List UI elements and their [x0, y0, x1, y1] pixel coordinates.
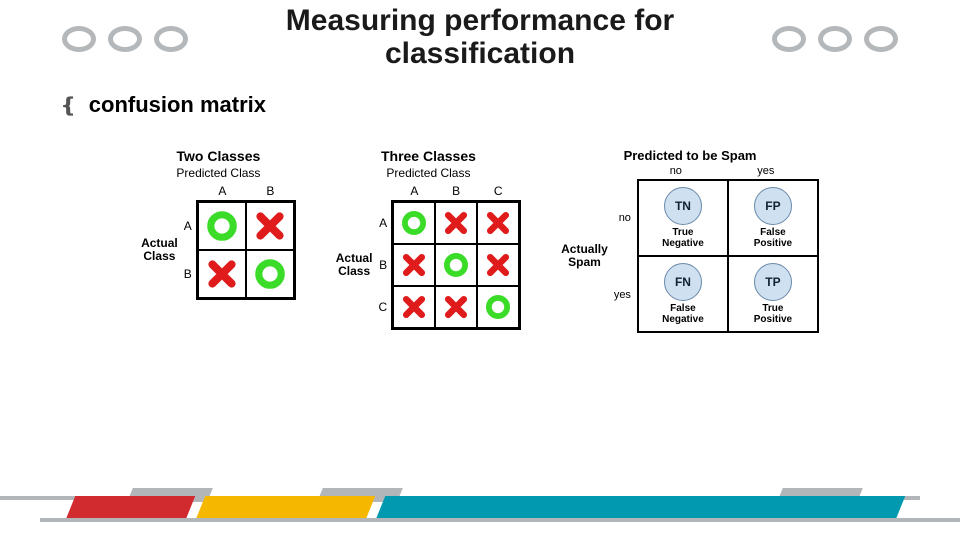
cell-wrong	[246, 202, 294, 250]
chip: FN	[664, 263, 702, 301]
row-label: A	[379, 216, 387, 230]
matrix-3x3	[391, 200, 521, 330]
cell-fp: FP False Positive	[728, 180, 818, 256]
ring-icon	[62, 26, 96, 52]
diagram-subtitle: Predicted Class	[176, 166, 260, 180]
chip-label: False Negative	[662, 304, 704, 325]
diagram-title: Three Classes	[381, 148, 476, 164]
decoration-rings-left	[62, 26, 188, 52]
two-class-diagram: Two Classes Predicted Class A B Actual C…	[141, 148, 296, 333]
row-labels: A B C	[378, 202, 387, 328]
decoration-rings-right	[772, 26, 898, 52]
slide-title: Measuring performance for classification	[286, 4, 674, 70]
chip-label: True Negative	[662, 228, 704, 249]
ring-icon	[818, 26, 852, 52]
cell-tn: TN True Negative	[638, 180, 728, 256]
col-label: B	[452, 184, 460, 198]
chip-label: True Positive	[754, 304, 792, 325]
column-labels: A B	[198, 184, 294, 198]
diagram-title: Two Classes	[177, 148, 261, 164]
three-class-diagram: Three Classes Predicted Class A B C Actu…	[336, 148, 521, 333]
row-label: yes	[614, 289, 631, 301]
diagrams-row: Two Classes Predicted Class A B Actual C…	[0, 148, 960, 333]
divider-line	[40, 518, 960, 522]
slide-header: Measuring performance for classification	[0, 0, 960, 70]
col-label: no	[670, 165, 682, 177]
cell-tp: TP True Positive	[728, 256, 818, 332]
cell-fn: FN False Negative	[638, 256, 728, 332]
ring-icon	[864, 26, 898, 52]
chip: FP	[754, 187, 792, 225]
diagram-title: Predicted to be Spam	[624, 148, 757, 163]
cell-correct	[477, 286, 519, 328]
axis-label-actual: Actual Class	[336, 252, 373, 278]
axis-label-actual: Actual Class	[141, 237, 178, 263]
cell-wrong	[393, 286, 435, 328]
diagram-subtitle: Predicted Class	[386, 166, 470, 180]
ring-icon	[154, 26, 188, 52]
col-label: C	[494, 184, 503, 198]
col-label: A	[410, 184, 418, 198]
cell-wrong	[477, 202, 519, 244]
axis-label-actual: Actually Spam	[561, 243, 608, 269]
cell-wrong	[393, 244, 435, 286]
matrix-2x2	[196, 200, 296, 300]
row-label: C	[378, 300, 387, 314]
bullet-text: confusion matrix	[89, 92, 266, 118]
spam-matrix: TN True Negative FP False Positive FN Fa…	[637, 179, 819, 333]
brace-icon: ❴	[60, 93, 77, 118]
column-labels: A B C	[393, 184, 519, 198]
chip: TN	[664, 187, 702, 225]
cell-wrong	[477, 244, 519, 286]
cell-wrong	[198, 250, 246, 298]
col-label: B	[266, 184, 274, 198]
cell-correct	[393, 202, 435, 244]
row-label: A	[184, 219, 192, 233]
title-line1: Measuring performance for	[286, 4, 674, 37]
cell-wrong	[435, 202, 477, 244]
col-label: A	[218, 184, 226, 198]
bullet-item: ❴ confusion matrix	[60, 92, 960, 118]
row-label: B	[379, 258, 387, 272]
row-label: B	[184, 267, 192, 281]
cell-wrong	[435, 286, 477, 328]
chip-label: False Positive	[754, 228, 792, 249]
row-labels: A B	[184, 202, 192, 298]
cell-correct	[198, 202, 246, 250]
row-label: no	[619, 212, 631, 224]
column-labels: no yes	[632, 165, 812, 177]
ring-icon	[108, 26, 142, 52]
title-line2: classification	[385, 37, 575, 70]
cell-correct	[435, 244, 477, 286]
spam-diagram: Predicted to be Spam no yes Actually Spa…	[561, 148, 819, 333]
cell-correct	[246, 250, 294, 298]
row-labels: no yes	[614, 179, 631, 333]
footer-decoration	[0, 482, 960, 522]
ring-icon	[772, 26, 806, 52]
chip: TP	[754, 263, 792, 301]
col-label: yes	[757, 165, 774, 177]
